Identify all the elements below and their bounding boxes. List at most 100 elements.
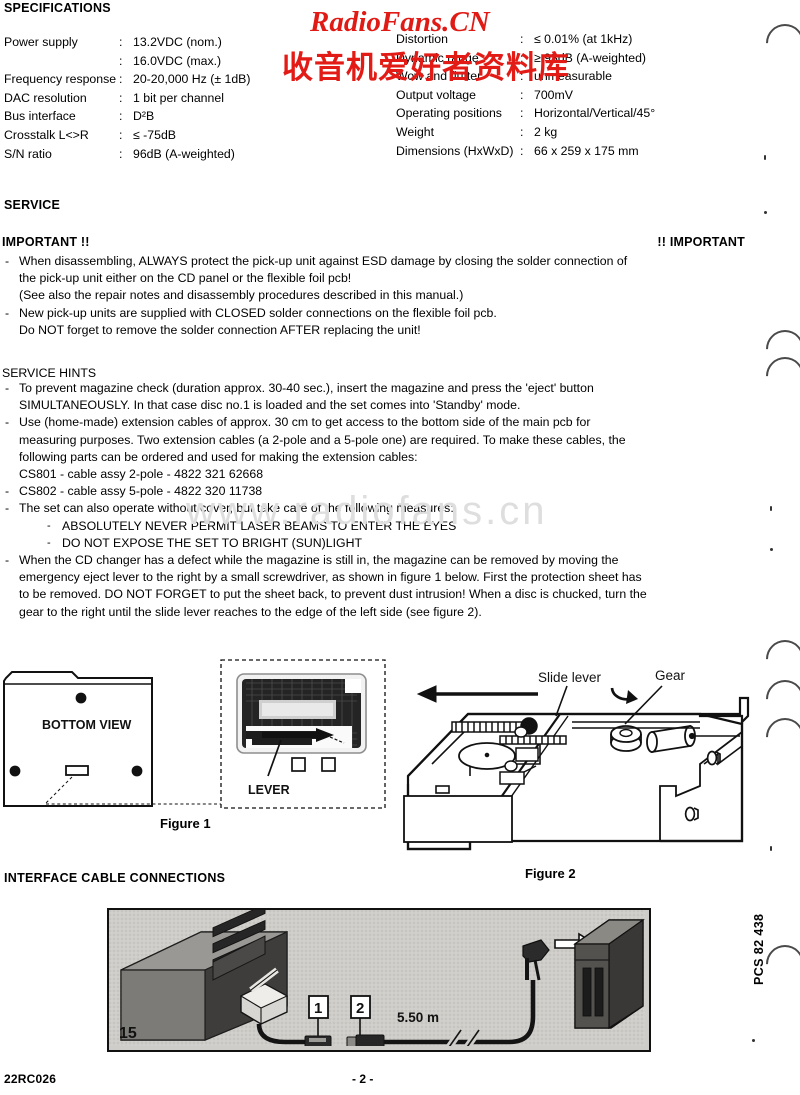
spec-row: Distortion : ≤ 0.01% (at 1kHz) — [396, 30, 796, 49]
spec-colon: : — [520, 32, 524, 46]
spec-colon: : — [520, 69, 524, 84]
list-item-continuation: Do NOT forget to remove the solder conne… — [2, 322, 762, 339]
spec-row: Dimensions (HxWxD) : 66 x 259 x 175 mm — [396, 142, 796, 161]
cd-changer-illustration — [573, 918, 645, 1030]
scan-artifact-speck — [752, 1039, 755, 1042]
specifications-heading: SPECIFICATIONS — [4, 1, 111, 15]
specifications-left-column: Power supply : 13.2VDC (nom.) : 16.0VDC … — [4, 33, 394, 163]
spec-label: S/N ratio — [4, 146, 52, 161]
list-item-text: To prevent magazine check (duration appr… — [19, 381, 594, 395]
spec-row: DAC resolution : 1 bit per channel — [4, 89, 394, 108]
spec-row: Frequency response : 20-20,000 Hz (± 1dB… — [4, 70, 394, 89]
spec-value: ≥ 93dB (A-weighted) — [534, 50, 647, 65]
list-item-text: New pick-up units are supplied with CLOS… — [19, 305, 497, 320]
list-item-text: When disassembling, ALWAYS protect the p… — [19, 254, 628, 268]
spec-colon: : — [119, 146, 123, 161]
spec-row: Bus interface : D²B — [4, 107, 394, 126]
spec-label: Frequency response — [4, 72, 117, 87]
spec-colon: : — [119, 90, 123, 105]
important-label-left: IMPORTANT !! — [2, 235, 90, 249]
left-arrow-icon — [416, 685, 538, 703]
svg-text:1: 1 — [314, 1000, 322, 1017]
spec-value: ≤ 0.01% (at 1kHz) — [534, 32, 633, 46]
list-item-text: CS802 - cable assy 5-pole - 4822 320 117… — [19, 484, 263, 499]
spec-value: 1 bit per channel — [133, 90, 224, 105]
service-important-list: When disassembling, ALWAYS protect the p… — [2, 253, 762, 339]
page-number: - 2 - — [352, 1072, 374, 1086]
figure1-bottom-view-drawing — [3, 671, 221, 807]
list-item-text: the pick-up unit either on the CD panel … — [19, 271, 352, 286]
spec-label: Weight — [396, 124, 435, 139]
list-item-continuation: SIMULTANEOUSLY. In that case disc no.1 i… — [2, 397, 762, 414]
scan-artifact-speck — [770, 548, 773, 551]
figures-illustration-area: BOTTOM VIEW LEVER Slide lever Gear — [0, 636, 800, 876]
spec-value: 66 x 259 x 175 mm — [534, 143, 639, 158]
figure1-detail-callout — [220, 659, 386, 809]
service-manual-page: SPECIFICATIONS Power supply : 13.2VDC (n… — [0, 0, 800, 1095]
figure2-caption: Figure 2 — [525, 866, 576, 881]
list-item-text: to be removed. DO NOT FORGET to put the … — [19, 587, 647, 602]
warning-text: DO NOT EXPOSE THE SET TO BRIGHT (SUN)LIG… — [62, 535, 362, 550]
figure2-mechanism-drawing — [403, 696, 750, 851]
spec-label: Wow and flutter — [396, 69, 482, 84]
spec-label: Power supply — [4, 35, 78, 49]
list-item: New pick-up units are supplied with CLOS… — [2, 305, 762, 322]
scan-artifact-speck — [770, 506, 772, 511]
spec-colon: : — [119, 53, 123, 68]
spec-value: unmeasurable — [534, 69, 612, 84]
spec-colon: : — [520, 143, 524, 158]
spec-colon: : — [119, 72, 123, 87]
gear-label: Gear — [655, 668, 686, 683]
list-item-continuation: measuring purposes. Two extension cables… — [2, 432, 762, 449]
spec-row: Weight : 2 kg — [396, 123, 796, 142]
scan-artifact-speck — [764, 211, 767, 214]
figure1-caption: Figure 1 — [160, 816, 211, 831]
warning-item: DO NOT EXPOSE THE SET TO BRIGHT (SUN)LIG… — [45, 535, 762, 552]
list-item-text: emergency eject lever to the right by a … — [19, 570, 642, 585]
interface-cable-photo: 15 1 2 5.50 m — [107, 908, 651, 1052]
spec-value: 16.0VDC (max.) — [133, 53, 222, 68]
list-item-text: Use (home-made) extension cables of appr… — [19, 415, 591, 430]
part-number-cs802: CS802 - cable assy 5-pole - 4822 320 117… — [2, 483, 762, 500]
cable-length-label: 5.50 m — [397, 1010, 439, 1025]
service-hints-list: To prevent magazine check (duration appr… — [2, 380, 762, 621]
list-item-continuation: (See also the repair notes and disassemb… — [2, 287, 762, 304]
specifications-right-column: Distortion : ≤ 0.01% (at 1kHz) Dynamic r… — [396, 30, 796, 160]
part-number-cs801: CS801 - cable assy 2-pole - 4822 321 626… — [2, 466, 762, 483]
spec-row: Dynamic range : ≥ 93dB (A-weighted) — [396, 49, 796, 68]
spec-label: Bus interface — [4, 109, 76, 124]
list-item: To prevent magazine check (duration appr… — [2, 380, 762, 397]
spec-row: Power supply : 13.2VDC (nom.) — [4, 33, 394, 52]
interface-cable-connections-heading: INTERFACE CABLE CONNECTIONS — [4, 871, 226, 885]
spec-row: Operating positions : Horizontal/Vertica… — [396, 104, 796, 123]
interface-photo-svg: 15 1 2 5.50 m — [109, 910, 645, 1046]
rotation-arrow-icon — [610, 687, 638, 704]
lever-label: LEVER — [248, 783, 290, 797]
list-item-continuation: to be removed. DO NOT FORGET to put the … — [2, 586, 762, 603]
list-item-text: CS801 - cable assy 2-pole - 4822 321 626… — [19, 467, 264, 482]
spec-row: Crosstalk L<>R : ≤ -75dB — [4, 126, 394, 145]
important-label-right: !! IMPORTANT — [657, 235, 745, 249]
spec-value: ≤ -75dB — [133, 127, 176, 142]
spec-label: Dynamic range — [396, 50, 479, 65]
slide-lever-leader — [555, 685, 568, 717]
figures-svg: BOTTOM VIEW LEVER Slide lever Gear — [3, 659, 750, 851]
pcs-code: PCS 82 438 — [752, 913, 766, 985]
spec-value: D²B — [133, 109, 155, 124]
spec-colon: : — [520, 50, 524, 65]
list-item-text: The set can also operate without cover, … — [19, 501, 454, 516]
warning-text: ABSOLUTELY NEVER PERMIT LASER BEAMS TO E… — [62, 518, 457, 533]
list-item-continuation: the pick-up unit either on the CD panel … — [2, 270, 762, 287]
spec-label: DAC resolution — [4, 90, 87, 105]
spec-colon: : — [520, 87, 524, 102]
spec-row: : 16.0VDC (max.) — [4, 52, 394, 71]
spec-value: 20-20,000 Hz (± 1dB) — [133, 72, 251, 87]
spec-value: 13.2VDC (nom.) — [133, 35, 222, 49]
spec-colon: : — [119, 35, 123, 49]
spec-value: 96dB (A-weighted) — [133, 146, 235, 161]
list-item-text: measuring purposes. Two extension cables… — [19, 432, 626, 447]
list-item-text: Do NOT forget to remove the solder conne… — [19, 322, 421, 337]
cable-connector-1 — [304, 1035, 332, 1046]
photo-corner-number: 15 — [119, 1025, 137, 1042]
scan-artifact-speck — [770, 846, 772, 851]
